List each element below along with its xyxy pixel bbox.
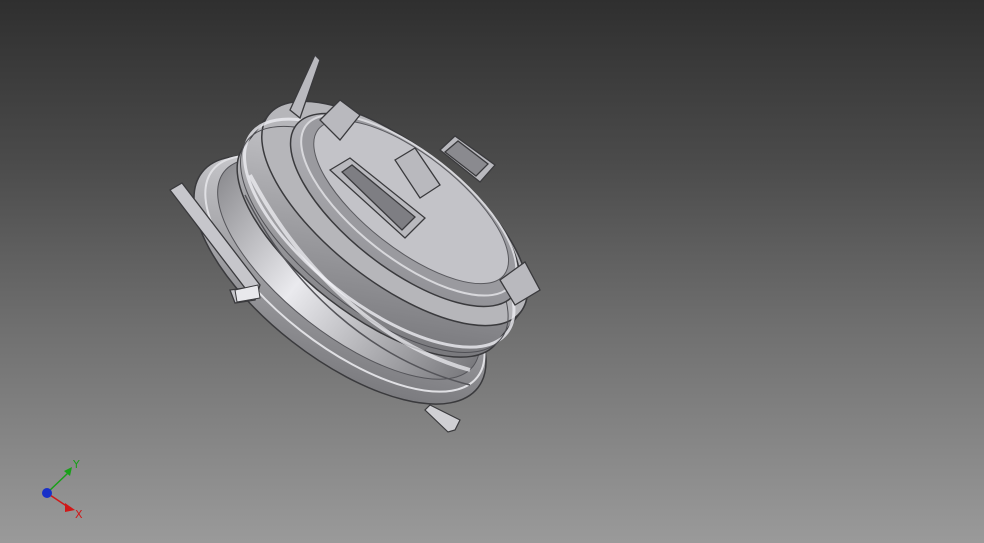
axis-triad: Y X	[42, 458, 83, 521]
x-axis-arrow	[65, 503, 75, 512]
3d-viewport[interactable]: Y X	[0, 0, 984, 543]
side-clip-bottom	[424, 404, 461, 433]
x-axis-label: X	[75, 508, 83, 521]
y-axis-label: Y	[72, 458, 80, 471]
z-axis-dot	[42, 488, 52, 498]
3d-model-part[interactable]	[0, 0, 984, 543]
